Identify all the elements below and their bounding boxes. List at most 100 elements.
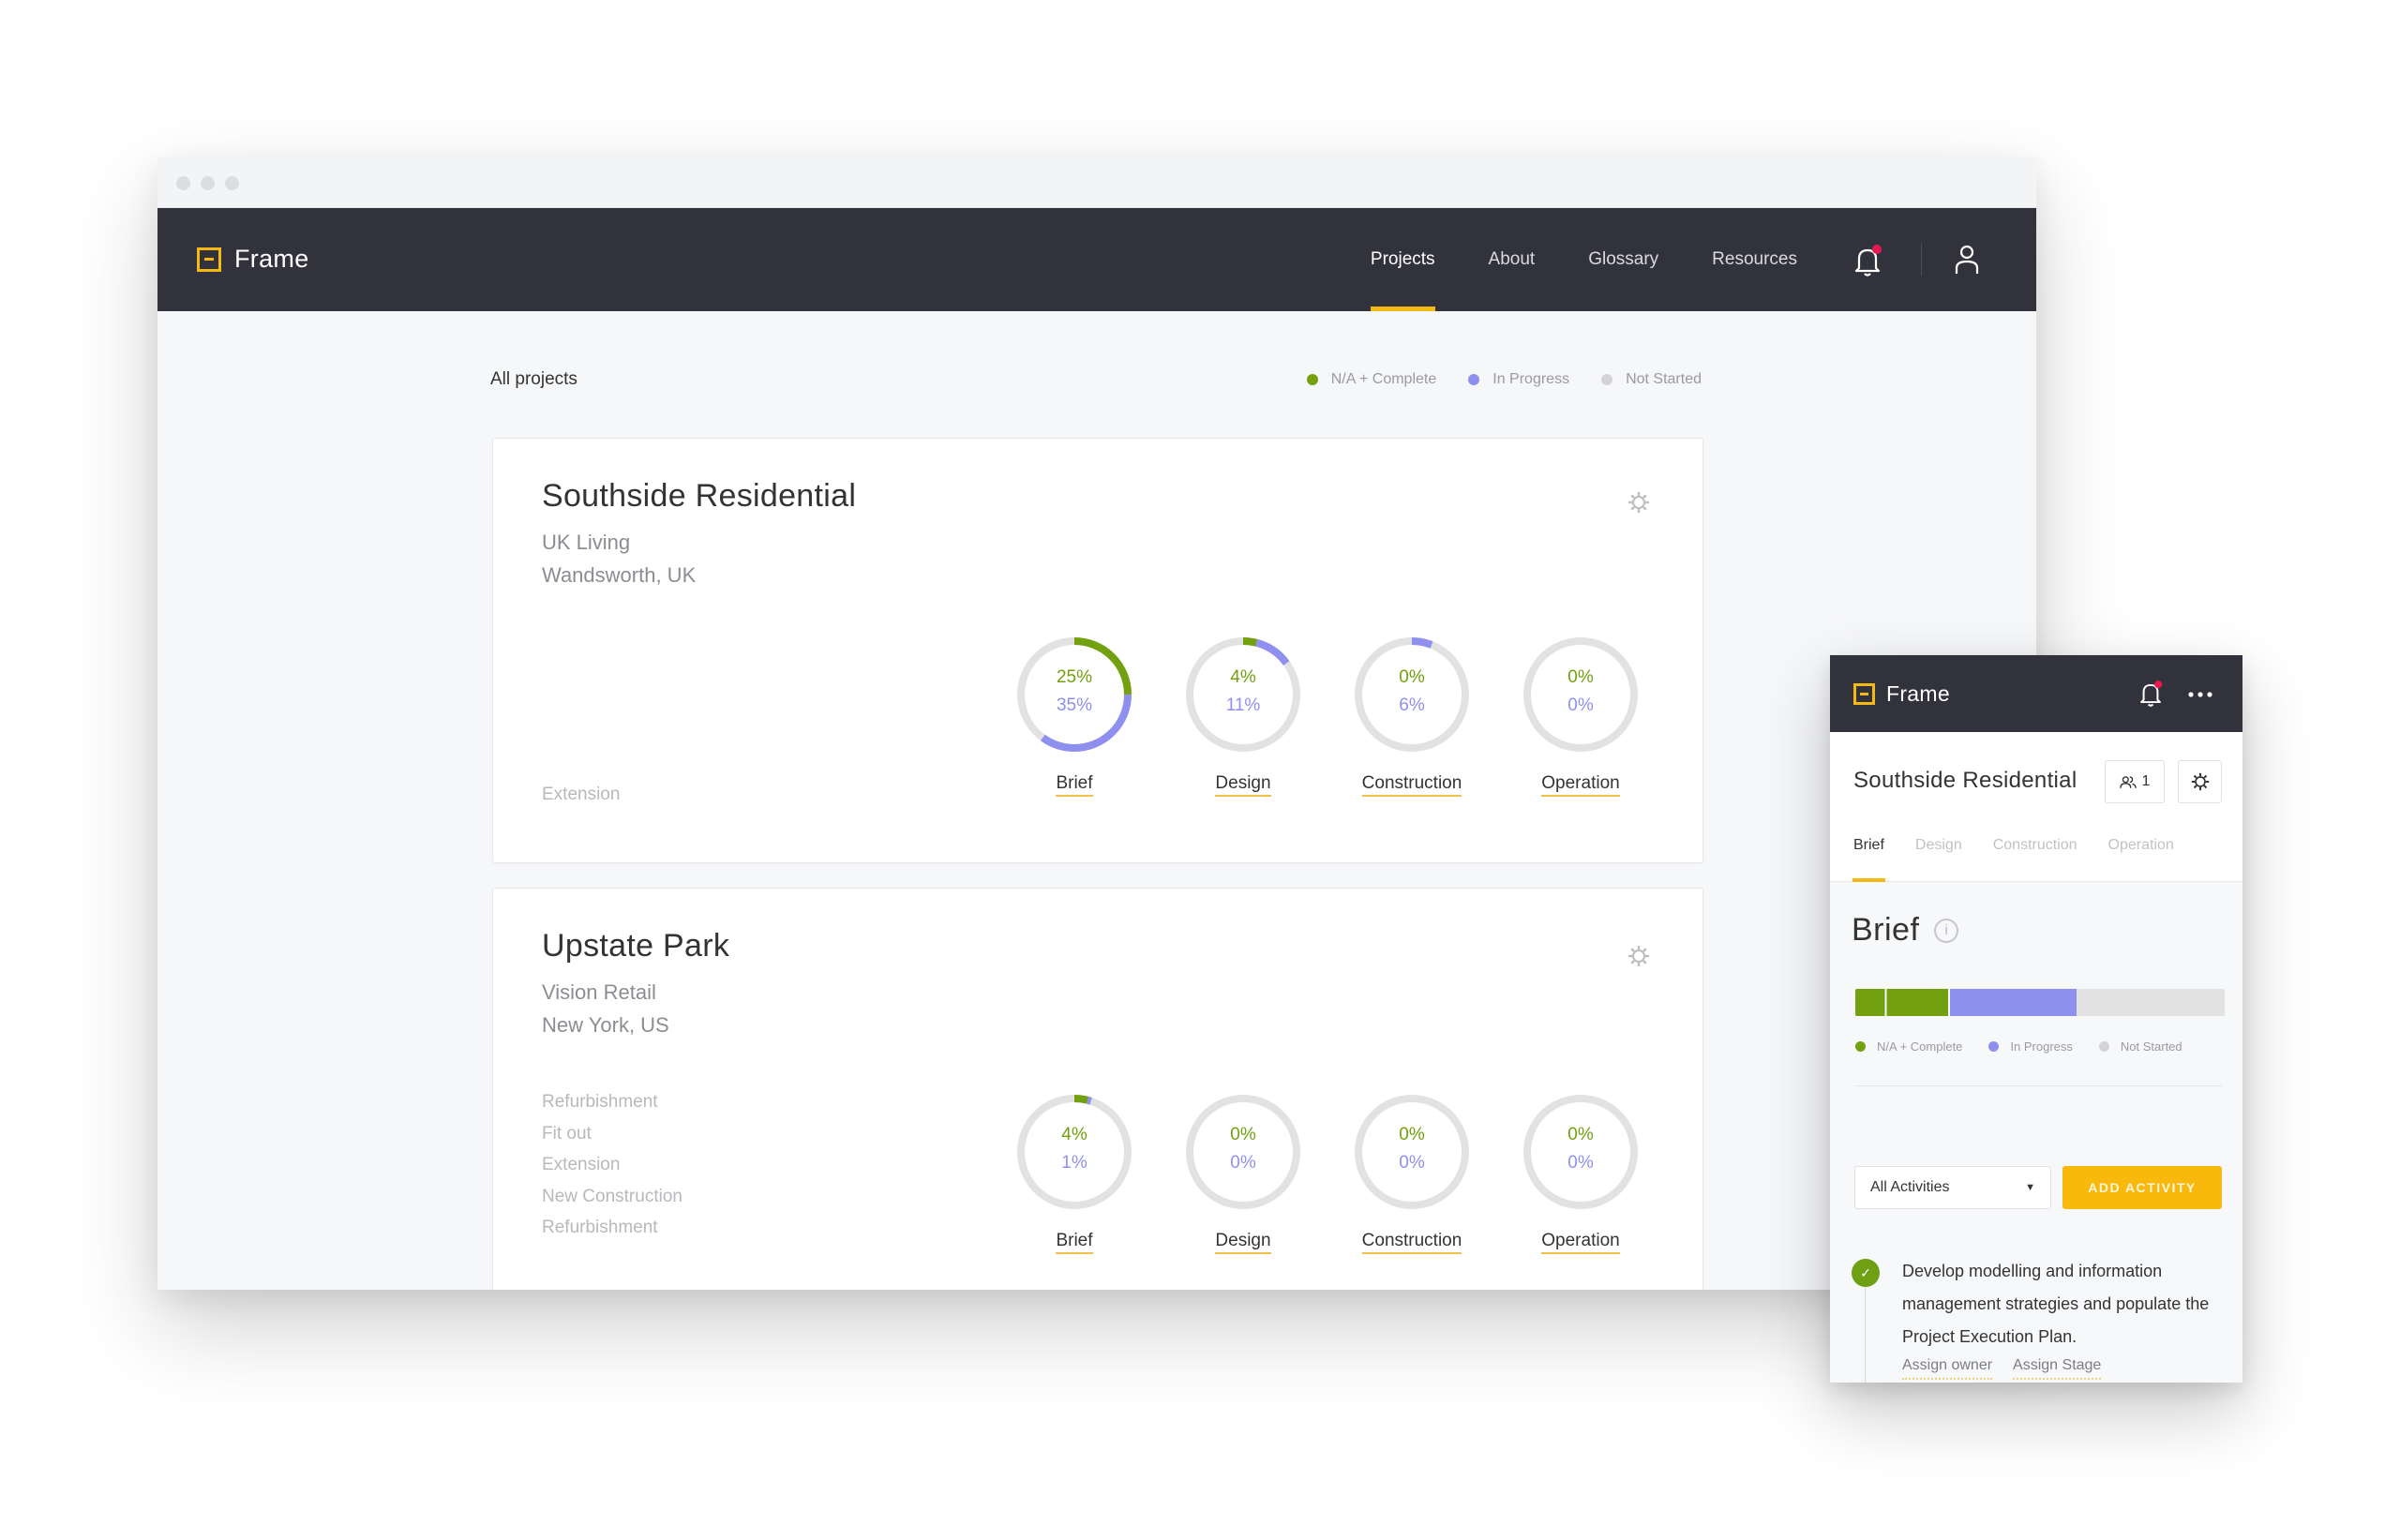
window-minimize-button[interactable] [201,176,215,190]
add-activity-button[interactable]: ADD ACTIVITY [2062,1166,2222,1209]
stage-donut-operation[interactable]: 0% 0% Operation [1515,1093,1646,1254]
donut-chart [1186,1095,1300,1209]
legend-dot-in-progress [1988,1041,2000,1052]
stage-donut-construction[interactable]: 0% 0% Construction [1346,1093,1478,1254]
in-progress-percent: 0% [1230,1153,1256,1173]
complete-percent: 25% [1056,667,1093,687]
stage-donut-design[interactable]: 4% 11% Design [1178,635,1309,797]
in-progress-percent: 0% [1568,1153,1594,1173]
project-name[interactable]: Southside Residential [542,478,856,515]
donut-chart [1017,1095,1132,1209]
window-titlebar [158,157,2036,208]
page-title: All projects [490,369,578,389]
stage-donut-brief[interactable]: 4% 1% Brief [1009,1093,1140,1254]
stage-link[interactable]: Design [1178,1231,1309,1254]
app-logo[interactable]: Frame [1853,681,1950,707]
donut-chart [1355,637,1469,752]
more-options-button[interactable] [2186,687,2214,697]
stage-link[interactable]: Brief [1009,1231,1140,1254]
donut-track [1523,637,1638,752]
tab-construction[interactable]: Construction [1993,837,2078,882]
check-icon[interactable]: ✓ [1852,1259,1880,1287]
in-progress-percent: 0% [1568,695,1594,715]
stage-donut-design[interactable]: 0% 0% Design [1178,1093,1309,1254]
donut-track [1523,1095,1638,1209]
legend-label: In Progress [1492,371,1570,387]
stage-label: Brief [1056,1231,1093,1254]
project-settings-button[interactable] [2178,760,2222,803]
legend-in-progress: In Progress [1988,1039,2073,1054]
app-logo[interactable]: Frame [197,245,309,274]
project-type: Extension [542,785,621,804]
assign-stage-link[interactable]: Assign Stage [2013,1357,2102,1380]
stage-donut-brief[interactable]: 25% 35% Brief [1009,635,1140,797]
in-progress-percent: 35% [1056,695,1093,715]
nav-about[interactable]: About [1489,208,1536,311]
frame-logo-icon [1853,683,1875,705]
nav-glossary[interactable]: Glossary [1588,208,1658,311]
complete-percent: 0% [1568,1125,1594,1144]
stage-donut-construction[interactable]: 0% 6% Construction [1346,635,1478,797]
stage-label: Construction [1361,1231,1462,1254]
project-types: Refurbishment Fit out Extension New Cons… [542,1086,682,1244]
legend-label: In Progress [2010,1039,2073,1054]
stage-donut-operation[interactable]: 0% 0% Operation [1515,635,1646,797]
project-type: New Construction [542,1186,682,1206]
info-icon[interactable]: i [1934,918,1959,943]
nav-divider [1921,244,1922,276]
notification-badge [1872,245,1882,254]
project-card[interactable]: Upstate Park Vision Retail New York, US … [492,888,1703,1290]
project-location: New York, US [542,1013,669,1037]
browser-window: Frame Projects About Glossary Resources … [158,157,2036,1290]
nav-resources[interactable]: Resources [1712,208,1797,311]
status-legend: N/A + Complete In Progress Not Started [1306,371,1702,388]
complete-percent: 4% [1230,667,1256,687]
progress-segment-in-progress [1947,989,2078,1016]
stage-title: Brief [1852,912,1920,948]
stage-label: Operation [1541,773,1620,797]
project-type: Fit out [542,1123,592,1144]
project-type: Refurbishment [542,1218,658,1237]
tab-operation[interactable]: Operation [2108,837,2174,882]
account-button[interactable] [1952,243,1982,277]
project-card[interactable]: Southside Residential UK Living Wandswor… [492,438,1703,863]
stage-link[interactable]: Operation [1515,773,1646,797]
donut-chart [1355,1095,1469,1209]
legend-dot-complete [1306,374,1318,385]
gear-icon [1628,492,1649,513]
notification-badge [2154,680,2163,689]
legend-not-started: Not Started [2098,1039,2182,1054]
project-title: Southside Residential [1853,768,2078,793]
user-icon [1955,245,1979,274]
legend-dot-not-started [2098,1041,2109,1052]
stage-link[interactable]: Brief [1009,773,1140,797]
stage-link[interactable]: Operation [1515,1231,1646,1254]
donut-track [1017,1095,1132,1209]
nav-projects[interactable]: Projects [1370,208,1435,311]
window-maximize-button[interactable] [225,176,239,190]
gear-icon [2191,772,2209,791]
activity-filter-select[interactable]: All Activities ▼ [1854,1166,2051,1209]
notifications-button[interactable] [2138,680,2164,708]
legend-complete: N/A + Complete [1306,371,1436,388]
bell-icon [1854,245,1882,277]
project-settings-button[interactable] [1628,491,1650,514]
stage-link[interactable]: Design [1178,773,1309,797]
in-progress-percent: 6% [1399,695,1425,715]
window-close-button[interactable] [176,176,190,190]
tab-brief[interactable]: Brief [1852,837,1885,882]
members-button[interactable]: 1 [2105,760,2165,803]
assign-owner-link[interactable]: Assign owner [1902,1357,1993,1380]
caret-down-icon: ▼ [2025,1182,2035,1193]
project-name[interactable]: Upstate Park [542,928,729,964]
project-settings-button[interactable] [1628,945,1650,967]
complete-percent: 0% [1399,667,1425,687]
stage-link[interactable]: Construction [1346,1231,1478,1254]
tab-design[interactable]: Design [1915,837,1962,882]
notifications-button[interactable] [1852,244,1883,277]
donut-track [1355,1095,1469,1209]
timeline-line [1865,1287,1866,1383]
progress-segment-complete [1855,989,1948,1016]
gear-icon [1628,946,1649,966]
stage-link[interactable]: Construction [1346,773,1478,797]
